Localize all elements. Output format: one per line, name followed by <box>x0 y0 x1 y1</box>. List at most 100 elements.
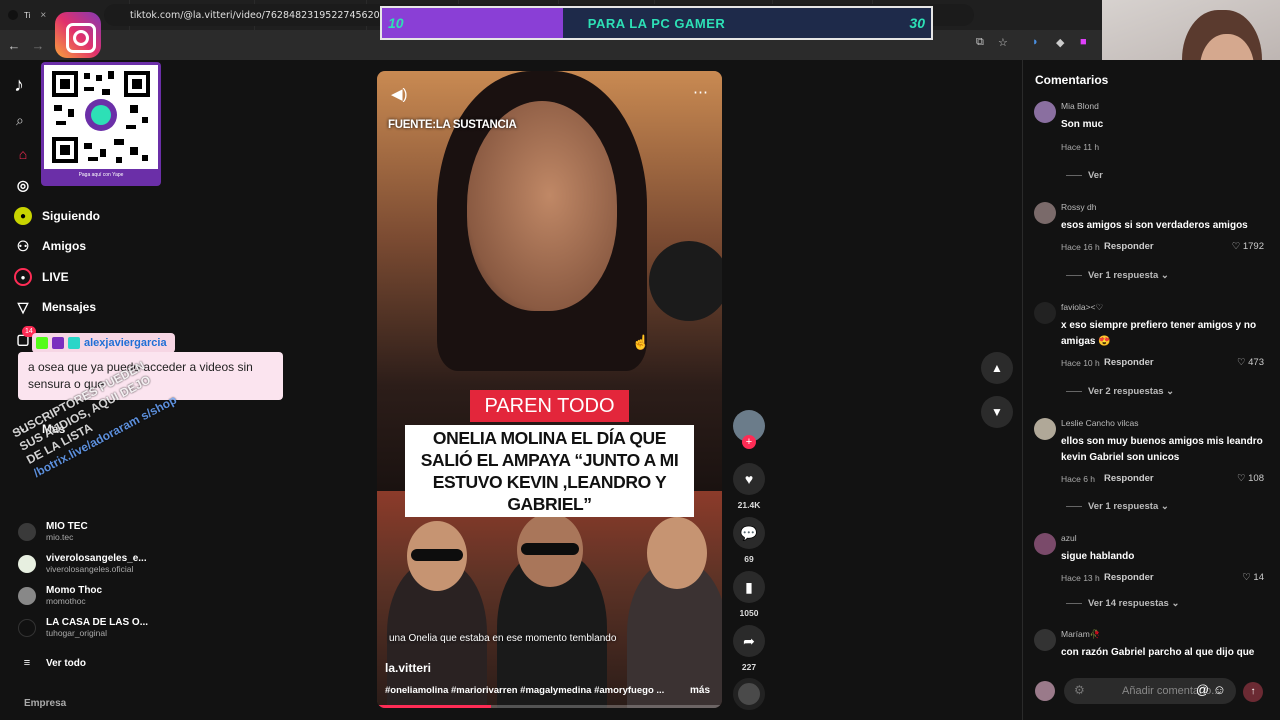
paper-plane-icon: ▽ <box>17 298 29 315</box>
back-icon[interactable]: ← <box>2 38 26 53</box>
video-microphone <box>649 241 722 321</box>
follow-plus-icon[interactable]: + <box>742 435 756 449</box>
share-arrow-icon: ➦ <box>733 625 765 657</box>
view-replies-button[interactable]: Ver 2 respuestas ⌄ <box>1066 386 1174 397</box>
sticker-icon[interactable]: ⚙ <box>1074 683 1085 697</box>
forward-icon[interactable]: → <box>26 38 50 53</box>
bookmark-star-icon[interactable]: ☆ <box>998 36 1008 49</box>
current-user-avatar[interactable] <box>1035 681 1055 701</box>
comment-time: Hace 10 h <box>1061 358 1100 368</box>
kick-badge-icon <box>36 337 48 349</box>
video-progress-bar[interactable] <box>377 705 722 708</box>
reply-button[interactable]: Responder <box>1104 241 1154 252</box>
comment-username[interactable]: Rossy dh <box>1061 202 1096 212</box>
following-account[interactable]: LA CASA DE LAS O... tuhogar_original <box>18 617 148 638</box>
view-replies-label: Ver 1 respuesta <box>1088 501 1159 512</box>
reply-button[interactable]: Responder <box>1104 473 1154 484</box>
comment-like-count: 473 <box>1248 357 1264 368</box>
account-handle: viverolosangeles.oficial <box>46 564 134 574</box>
avatar <box>18 618 36 637</box>
avatar[interactable] <box>1034 101 1056 123</box>
avatar[interactable] <box>1034 202 1056 224</box>
comment-time: Hace 11 h <box>1061 142 1100 152</box>
sidebar-item-mensajes[interactable]: ▽ Mensajes <box>14 298 96 316</box>
more-description-button[interactable]: más <box>690 685 710 696</box>
video-player[interactable]: ◀) ⋯ FUENTE:LA SUSTANCIA PAREN TODO ONEL… <box>377 71 722 708</box>
qr-graphic <box>52 71 150 163</box>
comment-input[interactable]: ⚙ Añadir comentario... @ ☺ <box>1064 678 1236 704</box>
following-avatar-icon: ● <box>14 207 32 225</box>
comment-like-button[interactable]: ♡ 473 <box>1237 357 1264 368</box>
like-count: 21.4K <box>737 500 761 510</box>
share-button[interactable]: ➦ 227 <box>733 625 765 672</box>
video-hashtags[interactable]: #oneliamolina #mariorivarren #magalymedi… <box>385 685 675 696</box>
send-arrow-icon[interactable]: ↑ <box>1243 682 1263 702</box>
sidebar-item-live[interactable]: ● LIVE <box>14 268 69 286</box>
volume-icon[interactable]: ◀) <box>391 85 408 103</box>
next-video-button[interactable]: ▼ <box>981 396 1013 428</box>
comment-username[interactable]: faviola><♡ <box>1061 302 1103 313</box>
following-account[interactable]: MIO TEC mio.tec <box>18 521 88 542</box>
search-icon[interactable]: ⌕ <box>16 112 24 129</box>
chevron-down-icon: ⌄ <box>1166 386 1175 397</box>
comment-username[interactable]: Mia Blond <box>1061 101 1099 111</box>
previous-video-button[interactable]: ▲ <box>981 352 1013 384</box>
view-replies-button[interactable]: Ver <box>1066 170 1103 181</box>
save-button[interactable]: ▮ 1050 <box>733 571 765 618</box>
comment-text: con razón Gabriel parcho al que dijo que <box>1061 647 1255 658</box>
reply-button[interactable]: Responder <box>1104 357 1154 368</box>
extension-icon[interactable]: ◗ <box>1032 36 1039 48</box>
comment-username[interactable]: Leslie Cancho vilcas <box>1061 418 1138 428</box>
goal-target: 30 <box>909 15 925 31</box>
view-replies-button[interactable]: Ver 1 respuesta ⌄ <box>1066 501 1169 512</box>
video-author[interactable]: la.vitteri <box>385 661 431 675</box>
account-name: MIO TEC <box>46 521 88 532</box>
screen: Ti×ONPE - PRESENTA×BotRix — Cloud S×con … <box>0 0 1280 720</box>
sidebar-explore[interactable]: ◎ <box>14 176 32 194</box>
comment-username[interactable]: azul <box>1061 533 1077 543</box>
see-all-button[interactable]: ≡ Ver todo <box>18 654 86 672</box>
install-app-icon[interactable]: ⧉ <box>976 36 984 49</box>
like-button[interactable]: ♥ 21.4K <box>733 463 765 510</box>
extension-icon[interactable]: ◆ <box>1056 36 1064 49</box>
home-icon: ⌂ <box>18 146 28 162</box>
comment-text: x eso siempre prefiero tener amigos y no… <box>1061 320 1257 347</box>
avatar[interactable] <box>1034 302 1056 324</box>
comment-button[interactable]: 💬 69 <box>733 517 765 564</box>
sidebar-item-label: Siguiendo <box>42 209 100 223</box>
yape-qr-code: Paga aquí con Yape <box>41 62 161 186</box>
avatar[interactable] <box>1034 418 1056 440</box>
sidebar-home[interactable]: ⌂ <box>14 145 32 163</box>
more-options-icon[interactable]: ⋯ <box>693 83 708 101</box>
avatar <box>18 586 36 605</box>
chat-user-badge: alexjaviergarcia <box>32 333 175 353</box>
comment-time: Hace 13 h <box>1061 573 1100 583</box>
avatar[interactable] <box>1034 629 1056 651</box>
close-tab-icon[interactable]: × <box>40 10 46 21</box>
sidebar-item-siguiendo[interactable]: ● Siguiendo <box>14 207 100 225</box>
following-account[interactable]: viverolosangeles_e... viverolosangeles.of… <box>18 553 147 574</box>
comment-like-button[interactable]: ♡ 108 <box>1237 473 1264 484</box>
comment-text: ellos son muy buenos amigos mis leandro … <box>1061 436 1263 463</box>
footer-link-empresa[interactable]: Empresa <box>24 698 66 709</box>
comment-like-button[interactable]: ♡ 14 <box>1242 572 1264 583</box>
view-replies-button[interactable]: Ver 14 respuestas ⌄ <box>1066 598 1179 609</box>
comment-username[interactable]: Maríam🥀 <box>1061 629 1100 640</box>
extension-icon[interactable]: ■ <box>1080 36 1087 48</box>
view-replies-button[interactable]: Ver 1 respuesta ⌄ <box>1066 270 1169 281</box>
following-account[interactable]: Momo Thoc momothoc <box>18 585 102 606</box>
subscriber-badge-icon <box>52 337 64 349</box>
mention-emoji-icons[interactable]: @ ☺ <box>1196 682 1226 697</box>
sidebar-item-amigos[interactable]: ⚇ Amigos <box>14 237 86 255</box>
avatar[interactable] <box>1034 533 1056 555</box>
comment-like-count: 1792 <box>1242 241 1264 252</box>
comment-bubble-icon: 💬 <box>733 517 765 549</box>
reply-button[interactable]: Responder <box>1104 572 1154 583</box>
comment-like-button[interactable]: ♡ 1792 <box>1232 241 1264 252</box>
gift-badge-icon <box>68 337 80 349</box>
music-disc-icon[interactable] <box>733 678 765 710</box>
qr-caption: Paga aquí con Yape <box>78 172 124 178</box>
sidebar-item-label: Mensajes <box>42 300 97 314</box>
friends-icon: ⚇ <box>16 237 30 254</box>
tiktok-logo[interactable]: ♪ <box>14 74 24 97</box>
